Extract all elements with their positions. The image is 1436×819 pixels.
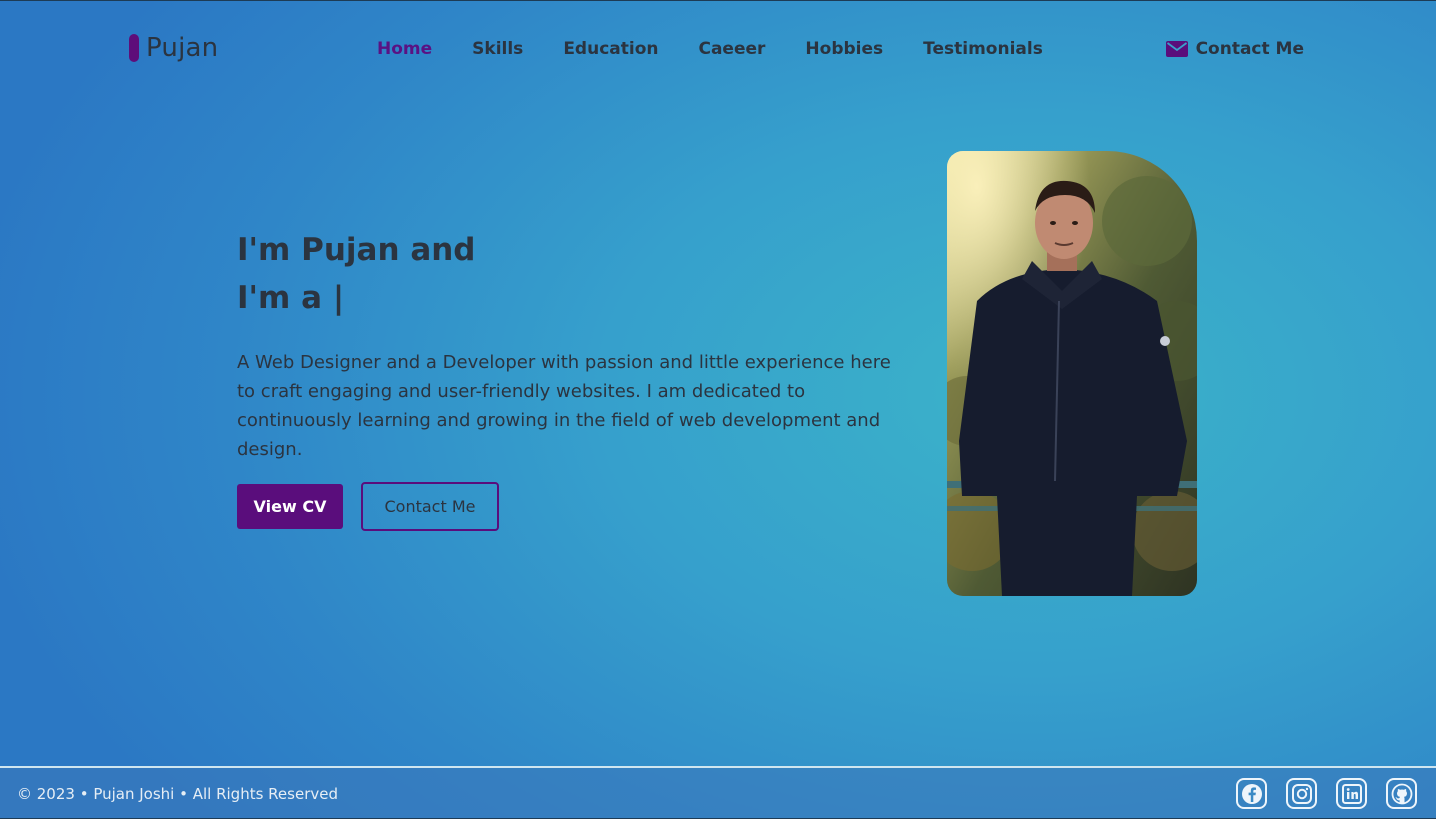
facebook-link[interactable] xyxy=(1236,778,1267,809)
site-footer: © 2023 • Pujan Joshi • All Rights Reserv… xyxy=(0,766,1436,819)
nav-hobbies[interactable]: Hobbies xyxy=(805,39,883,59)
hero-heading-line-1: I'm Pujan and xyxy=(237,232,476,268)
linkedin-icon xyxy=(1341,783,1362,804)
hero-section: I'm Pujan and I'm a | A Web Designer and… xyxy=(237,226,897,531)
hero-description: A Web Designer and a Developer with pass… xyxy=(237,352,891,460)
nav-home[interactable]: Home xyxy=(377,39,432,59)
header-contact-label: Contact Me xyxy=(1195,39,1304,59)
envelope-icon xyxy=(1165,41,1188,57)
profile-photo-illustration xyxy=(947,151,1197,596)
logo-text: Pujan xyxy=(146,33,219,63)
facebook-icon xyxy=(1241,783,1262,804)
nav-career[interactable]: Caeeer xyxy=(698,39,765,59)
copyright-text: © 2023 • Pujan Joshi • All Rights Reserv… xyxy=(17,785,338,803)
view-cv-button[interactable]: View CV xyxy=(237,484,343,529)
nav-skills[interactable]: Skills xyxy=(472,39,523,59)
hero-buttons: View CV Contact Me xyxy=(237,482,897,531)
instagram-icon xyxy=(1291,783,1312,804)
contact-me-button[interactable]: Contact Me xyxy=(361,482,499,531)
nav-education[interactable]: Education xyxy=(563,39,658,59)
hero-heading-line-2: I'm a | xyxy=(237,280,345,316)
logo-mark xyxy=(129,34,139,62)
profile-photo xyxy=(947,151,1197,596)
github-icon xyxy=(1391,783,1412,804)
logo[interactable]: Pujan xyxy=(129,33,218,63)
site-header: Pujan Home Skills Education Caeeer Hobbi… xyxy=(0,0,1436,100)
linkedin-link[interactable] xyxy=(1336,778,1367,809)
main-nav: Home Skills Education Caeeer Hobbies Tes… xyxy=(377,39,1083,59)
nav-testimonials[interactable]: Testimonials xyxy=(923,39,1043,59)
header-contact-link[interactable]: Contact Me xyxy=(1165,39,1304,59)
github-link[interactable] xyxy=(1386,778,1417,809)
social-links xyxy=(1217,778,1417,809)
instagram-link[interactable] xyxy=(1286,778,1317,809)
